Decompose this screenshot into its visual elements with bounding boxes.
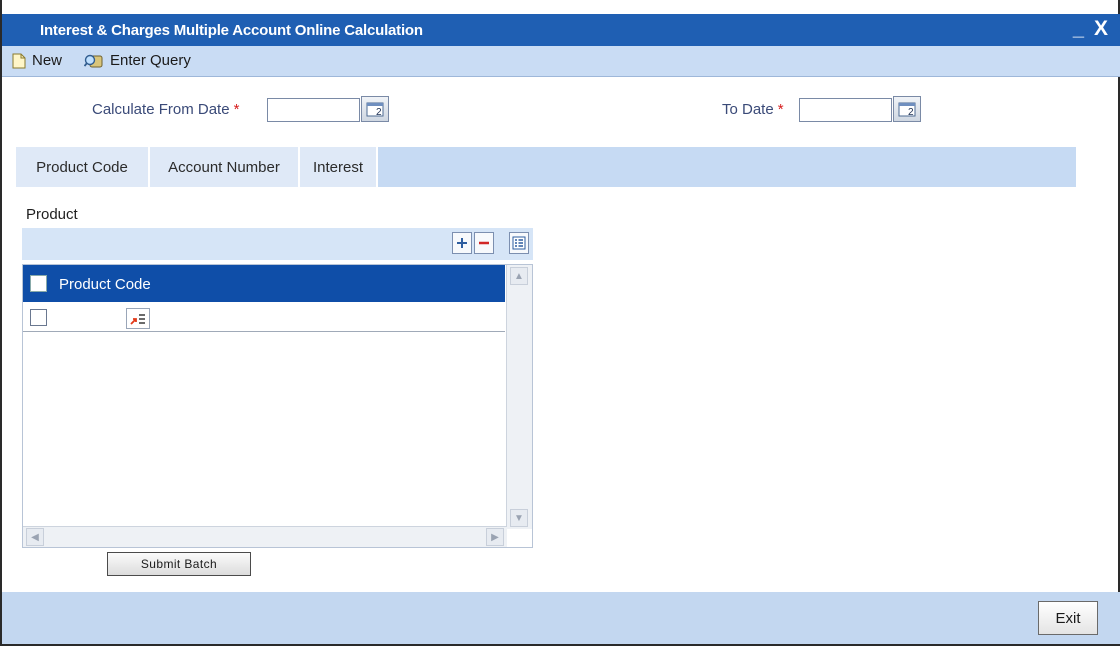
minus-icon — [479, 241, 489, 245]
tab-account-number[interactable]: Account Number — [150, 147, 300, 187]
required-marker: * — [777, 101, 784, 118]
minimize-button[interactable]: _ — [1073, 18, 1084, 41]
exit-button[interactable]: Exit — [1038, 601, 1098, 635]
grid-header-row: Product Code — [23, 265, 505, 302]
from-date-input[interactable] — [267, 98, 360, 122]
from-date-calendar-button[interactable]: 2 — [361, 96, 389, 122]
vertical-scrollbar[interactable]: ▲ ▼ — [506, 265, 532, 529]
new-label: New — [32, 52, 63, 69]
add-row-button[interactable] — [452, 232, 472, 254]
svg-text:2: 2 — [908, 107, 914, 117]
list-view-icon — [512, 236, 526, 250]
scroll-right-icon[interactable]: ▶ — [486, 528, 504, 546]
enter-query-button[interactable]: Enter Query — [83, 52, 191, 69]
product-code-lookup-button[interactable] — [126, 308, 150, 329]
product-grid: Product Code ▲ ▼ ◀ ▶ — [22, 264, 533, 548]
calendar-icon: 2 — [898, 102, 916, 117]
footer-bar: Exit — [2, 592, 1120, 644]
calendar-icon: 2 — [366, 102, 384, 117]
table-row — [23, 303, 505, 332]
delete-row-button[interactable] — [474, 232, 494, 254]
to-date-input[interactable] — [799, 98, 892, 122]
scroll-up-icon[interactable]: ▲ — [510, 267, 528, 285]
window-title: Interest & Charges Multiple Account Onli… — [40, 22, 423, 39]
product-section-title: Product — [26, 206, 78, 223]
new-document-icon — [12, 53, 26, 69]
close-button[interactable]: X — [1094, 17, 1108, 41]
query-icon — [83, 53, 104, 69]
column-header-product-code: Product Code — [59, 276, 151, 293]
enter-query-label: Enter Query — [110, 52, 191, 69]
required-marker: * — [233, 101, 240, 118]
row-checkbox[interactable] — [30, 309, 47, 326]
tab-interest[interactable]: Interest — [300, 147, 378, 187]
svg-text:2: 2 — [376, 107, 382, 117]
from-date-label: Calculate From Date * — [92, 101, 240, 118]
submit-batch-button[interactable]: Submit Batch — [107, 552, 251, 576]
single-view-button[interactable] — [509, 232, 529, 254]
tab-product-code[interactable]: Product Code — [16, 147, 150, 187]
tab-strip: Product Code Account Number Interest — [16, 147, 1076, 187]
calculation-window: Interest & Charges Multiple Account Onli… — [0, 0, 1120, 646]
toolbar: New Enter Query — [2, 46, 1120, 77]
scroll-down-icon[interactable]: ▼ — [510, 509, 528, 527]
new-button[interactable]: New — [12, 52, 62, 69]
scroll-left-icon[interactable]: ◀ — [26, 528, 44, 546]
to-date-label: To Date * — [722, 101, 784, 118]
title-bar: Interest & Charges Multiple Account Onli… — [2, 14, 1120, 46]
select-all-checkbox[interactable] — [30, 275, 47, 292]
lookup-icon — [130, 313, 145, 325]
grid-toolbar — [22, 228, 533, 260]
plus-icon — [457, 238, 467, 248]
horizontal-scrollbar[interactable]: ◀ ▶ — [23, 526, 507, 547]
to-date-calendar-button[interactable]: 2 — [893, 96, 921, 122]
